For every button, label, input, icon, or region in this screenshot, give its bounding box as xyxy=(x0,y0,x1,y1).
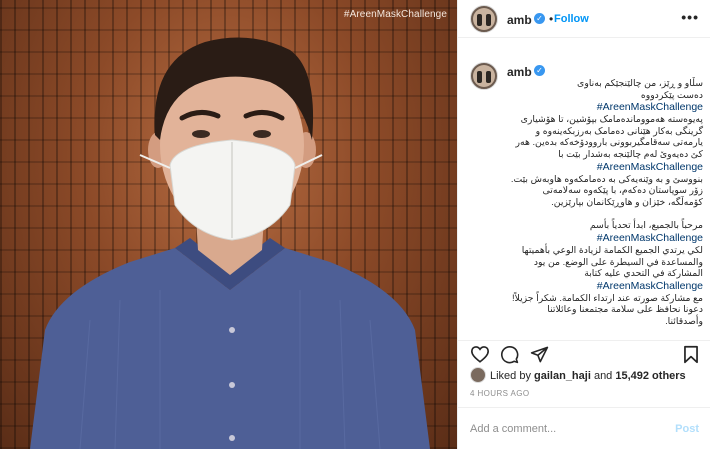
post-comment-button[interactable]: Post xyxy=(675,423,699,435)
paper-plane-icon[interactable] xyxy=(530,345,549,364)
likes-summary: Liked by gailan_haji and 15,492 others xyxy=(458,366,710,386)
comment-box: Post xyxy=(458,407,710,449)
likes-prefix: Liked by xyxy=(490,370,535,382)
hashtag-link[interactable]: #AreenMaskChallenge xyxy=(507,161,703,174)
hashtag-link[interactable]: #AreenMaskChallenge xyxy=(507,232,703,245)
caption-section: amb ✓ سڵاو و ڕێز، من چالێنجێکم بەناوی دە… xyxy=(458,56,710,334)
verified-badge-icon: ✓ xyxy=(534,13,545,24)
author-username[interactable]: amb xyxy=(507,13,532,27)
caption-line: لكي يرتدي الجميع الكمامة لزيادة الوعي بأ… xyxy=(521,244,703,279)
likes-count-link[interactable]: 15,492 others xyxy=(615,370,685,382)
caption-verified-badge-icon: ✓ xyxy=(534,65,545,76)
caption-author-avatar[interactable] xyxy=(470,62,498,90)
hashtag-link[interactable]: #AreenMaskChallenge xyxy=(507,280,703,293)
comment-icon[interactable] xyxy=(500,345,519,364)
post-photo[interactable]: #AreenMaskChallenge xyxy=(0,0,457,449)
bookmark-icon[interactable] xyxy=(683,345,699,364)
caption-line: بنووسێ و بە وێنەیەکی بە دەمامکەوە هاوبەش… xyxy=(510,173,703,207)
comment-input[interactable] xyxy=(470,420,660,438)
likes-middle: and xyxy=(590,370,616,382)
post-actions-bar xyxy=(458,340,710,366)
photo-hashtag-overlay: #AreenMaskChallenge xyxy=(343,9,447,20)
more-options-icon[interactable]: ••• xyxy=(681,9,699,25)
follow-button[interactable]: Follow xyxy=(554,13,589,25)
caption-line: دەست پێکردووە xyxy=(640,89,703,100)
caption-author-username[interactable]: amb xyxy=(507,65,532,79)
caption-line: مع مشاركة صورته عند ارتداء الكمامة. شكرا… xyxy=(511,292,703,326)
caption-line: سڵاو و ڕێز، من چالێنجێکم بەناوی xyxy=(577,78,703,88)
heart-icon[interactable] xyxy=(470,345,490,363)
post-timestamp[interactable]: 4 HOURS AGO xyxy=(470,389,530,398)
post-side-panel: amb ✓ • Follow ••• amb ✓ سڵاو و ڕێز، من … xyxy=(457,0,710,449)
caption-text: سڵاو و ڕێز، من چالێنجێکم بەناوی دەست پێک… xyxy=(507,78,703,328)
liker-avatar[interactable] xyxy=(470,367,486,383)
author-avatar[interactable] xyxy=(470,5,498,33)
portrait-illustration xyxy=(30,37,430,449)
caption-line: مرحباً بالجميع، ابدأ تحدياً بأسم xyxy=(589,220,703,231)
likes-text: Liked by gailan_haji and 15,492 others xyxy=(490,370,686,382)
post-header: amb ✓ • Follow ••• xyxy=(458,0,710,38)
header-separator: • xyxy=(549,12,554,26)
liker-username[interactable]: gailan_haji xyxy=(534,370,591,382)
caption-line: پەیوەستە هەمووماندەمامک بپۆشین، تا هۆشیا… xyxy=(515,114,703,159)
hashtag-link[interactable]: #AreenMaskChallenge xyxy=(507,101,703,114)
